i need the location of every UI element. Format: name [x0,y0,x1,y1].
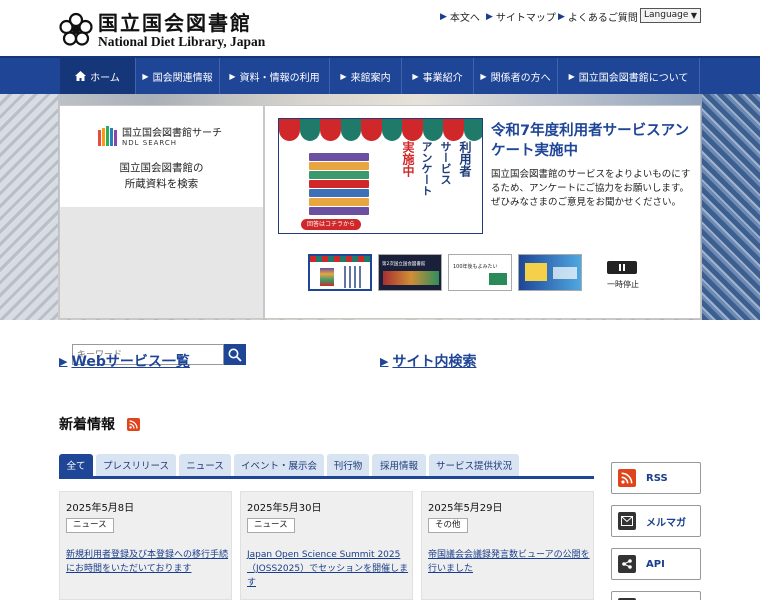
carousel-thumb-2[interactable]: 第2次国立国会図書館 [378,254,442,291]
news-category-badge: ニュース [247,518,295,533]
survey-answer-button[interactable]: 回答はコチラから [301,219,361,230]
news-category-badge: ニュース [66,518,114,533]
news-date: 2025年5月8日 [66,503,135,514]
api-button[interactable]: API [611,548,701,580]
api-icon [618,555,636,573]
ndl-search-logo[interactable]: 国立国会図書館サーチ NDL SEARCH [98,124,222,147]
book-stack-illustration [309,153,369,217]
search-button[interactable] [224,344,246,365]
nav-item-visit[interactable]: ▶ 来館案内 [330,58,402,94]
news-heading: 新着情報 [59,417,115,433]
nav-item-home[interactable]: ホーム [60,58,136,94]
rss-icon[interactable] [127,417,140,431]
ndl-search-panel: 国立国会図書館サーチ NDL SEARCH 国立国会図書館の 所蔵資料を検索 [59,105,264,365]
carousel-pause-label: 一時停止 [607,280,639,289]
util-link-skip[interactable]: ▶ 本文へ [440,9,480,25]
site-header: 国立国会図書館 National Diet Library, Japan ▶ 本文… [0,0,760,56]
nav-item-projects[interactable]: ▶ 事業紹介 [402,58,474,94]
logo-japanese: 国立国会図書館 [98,10,252,35]
chevron-right-icon: ▶ [59,354,68,368]
nav-item-stakeholders[interactable]: ▶ 関係者の方へ [474,58,558,94]
carousel-title[interactable]: 令和7年度利用者サービスアンケート実施中 [491,121,691,161]
nav-item-materials[interactable]: ▶ 資料・情報の利用 [220,58,330,94]
chevron-right-icon: ▶ [142,71,149,81]
ndl-search-bars-icon [98,125,117,146]
ndl-search-subtitle: NDL SEARCH [122,139,178,147]
pause-icon [619,264,621,271]
mail-icon [618,512,636,530]
mail-magazine-button[interactable]: メルマガ [611,505,701,537]
logo-english: National Diet Library, Japan [98,33,266,49]
chevron-right-icon: ▶ [229,71,236,81]
hero-photo-left [0,94,58,320]
chevron-right-icon: ▶ [412,71,419,81]
search-form-area [60,207,263,365]
hero-photo-right [702,94,760,320]
carousel-thumb-1[interactable] [308,254,372,291]
chevron-right-icon: ▶ [380,354,389,368]
nav-item-diet-info[interactable]: ▶ 国会関連情報 [136,58,220,94]
carousel-main-image[interactable]: 実施中 アンケート サービス 利用者 回答はコチラから [278,118,483,234]
news-cards: 2025年5月8日 ニュース 新規利用者登録及び本登録への移行手続にお時間をいた… [59,491,594,600]
util-link-sitemap[interactable]: ▶ サイトマップ [486,9,556,25]
news-title-link[interactable]: 新規利用者登録及び本登録への移行手続にお時間をいただいております [66,548,230,576]
nav-item-about[interactable]: ▶ 国立国会図書館について [558,58,700,94]
carousel-thumb-3[interactable]: 100年後もよみたい [448,254,512,291]
chevron-right-icon: ▶ [568,71,575,81]
chevron-right-icon: ▶ [440,11,447,22]
search-description: 国立国会図書館の 所蔵資料を検索 [119,162,204,190]
tab-service-status[interactable]: サービス提供状況 [429,454,519,476]
site-logo[interactable]: 国立国会図書館 National Diet Library, Japan [58,10,278,50]
tab-all[interactable]: 全て [59,454,93,476]
tab-press-release[interactable]: プレスリリース [96,454,176,476]
chevron-right-icon: ▶ [340,71,347,81]
chevron-right-icon: ▶ [558,11,565,22]
tab-events[interactable]: イベント・展示会 [234,454,324,476]
global-nav: ホーム ▶ 国会関連情報 ▶ 資料・情報の利用 ▶ 来館案内 ▶ 事業紹介 ▶ 関係者の方… [0,56,760,94]
news-date: 2025年5月30日 [247,503,322,514]
bunting-decoration [279,119,482,141]
chevron-right-icon: ▶ [486,11,493,22]
news-date: 2025年5月29日 [428,503,503,514]
chevron-right-icon: ▶ [480,71,487,81]
web-services-link[interactable]: ▶ Webサービス一覧 [59,351,190,371]
news-card: 2025年5月30日 ニュース Japan Open Science Summi… [240,491,413,600]
news-category-badge: その他 [428,518,468,533]
carousel-pause-button[interactable] [607,261,637,274]
ndl-emblem-icon [59,12,93,46]
carousel-description: 国立国会図書館のサービスをよりよいものにするため、アンケートにご協力をお願いしま… [491,169,691,208]
carousel-thumbnails: 第2次国立国会図書館 100年後もよみたい [308,254,582,291]
site-search-link[interactable]: ▶ サイト内検索 [380,351,476,371]
news-title-link[interactable]: Japan Open Science Summit 2025（JOSS2025）… [247,548,411,590]
news-title-link[interactable]: 帝国議会会議録発言数ビューアの公開を行いました [428,548,592,576]
news-card: 2025年5月29日 その他 帝国議会会議録発言数ビューアの公開を行いました [421,491,594,600]
language-select[interactable]: Language ▼ [640,8,701,23]
ndl-search-title: 国立国会図書館サーチ [122,128,222,139]
util-link-faq[interactable]: ▶ よくあるご質問 [558,9,638,25]
chevron-down-icon: ▼ [690,11,697,20]
news-header: 新着情報 [59,414,140,434]
carousel-thumb-4[interactable] [518,254,582,291]
rss-button[interactable]: RSS [611,462,701,494]
rss-icon [618,469,636,487]
side-button-partial[interactable] [611,591,701,600]
news-card: 2025年5月8日 ニュース 新規利用者登録及び本登録への移行手続にお時間をいた… [59,491,232,600]
home-icon [75,71,87,81]
tab-news[interactable]: ニュース [179,454,231,476]
tab-publications[interactable]: 刊行物 [327,454,369,476]
carousel-panel: 実施中 アンケート サービス 利用者 回答はコチラから 令和7年度利用者サービス… [264,105,701,319]
news-tabs: 全て プレスリリース ニュース イベント・展示会 刊行物 採用情報 サービス提供… [59,454,594,479]
tab-recruitment[interactable]: 採用情報 [372,454,426,476]
survey-vertical-text: 実施中 アンケート サービス 利用者 [401,141,472,196]
search-icon [228,348,242,362]
